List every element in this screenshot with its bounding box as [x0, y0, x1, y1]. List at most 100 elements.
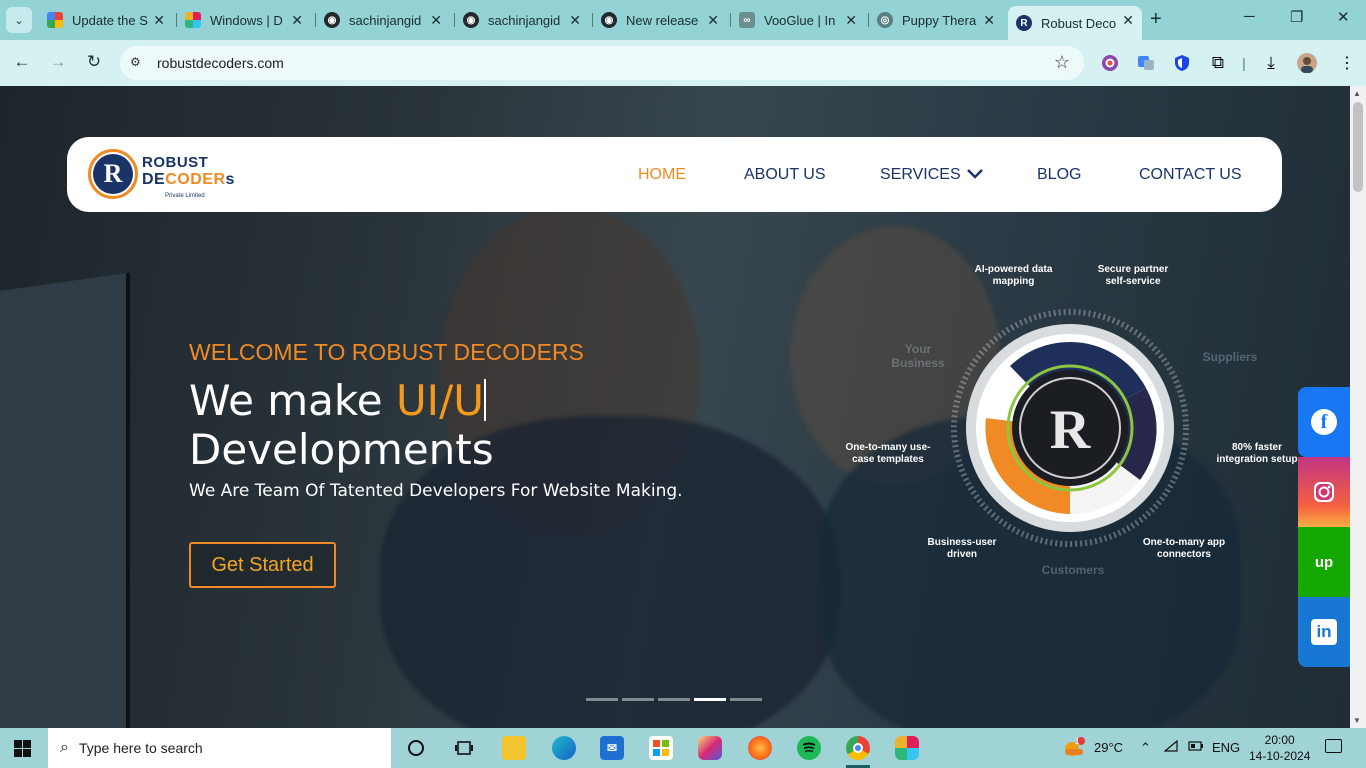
tab-close-icon[interactable]: ✕ [569, 12, 581, 29]
tab-puppy[interactable]: ◎ Puppy Thera ✕ [868, 6, 1003, 34]
website-viewport: R ROBUST DECODERs Private Limited HOME A… [0, 86, 1350, 728]
shield-extension-icon[interactable] [1172, 53, 1192, 73]
scroll-up-arrow-icon[interactable]: ▲ [1353, 89, 1361, 98]
edge-icon[interactable] [552, 736, 576, 760]
background-monitor [0, 272, 130, 728]
tab-search-button[interactable]: ⌄ [6, 7, 32, 33]
instagram-link[interactable] [1298, 457, 1350, 527]
hero-welcome-text: WELCOME TO ROBUST DECODERS [189, 339, 584, 365]
slack-app-icon[interactable] [895, 736, 919, 760]
chrome-icon[interactable] [846, 736, 870, 760]
tab-close-icon[interactable]: ✕ [1122, 12, 1134, 29]
hero-heading-highlight: UI/U [395, 376, 484, 425]
upwork-link[interactable]: up [1298, 527, 1350, 597]
taskbar-clock[interactable]: 20:00 14-10-2024 [1249, 732, 1310, 764]
scrollbar-thumb[interactable] [1353, 102, 1363, 192]
taskbar-search-box[interactable]: ⌕ Type here to search [48, 728, 391, 768]
language-indicator[interactable]: ENG [1212, 740, 1240, 755]
nav-services[interactable]: SERVICES [880, 166, 983, 184]
weather-temp[interactable]: 29°C [1094, 740, 1123, 755]
window-close-button[interactable]: ✕ [1337, 8, 1350, 26]
tab-github-2[interactable]: ◉ sachinjangid ✕ [454, 6, 589, 34]
url-text[interactable]: robustdecoders.com [157, 55, 284, 71]
carousel-dot[interactable] [658, 698, 690, 701]
nav-about-us[interactable]: ABOUT US [744, 166, 826, 184]
tab-title: Windows | D [210, 12, 283, 28]
restore-button[interactable]: ❐ [1290, 8, 1303, 26]
new-tab-button[interactable]: + [1150, 8, 1162, 31]
tab-close-icon[interactable]: ✕ [430, 12, 442, 29]
profile-avatar[interactable] [1297, 53, 1317, 73]
tab-close-icon[interactable]: ✕ [707, 12, 719, 29]
carousel-indicators [586, 698, 762, 701]
back-arrow-icon[interactable]: ← [11, 52, 33, 72]
logo-tagline: Private Limited [165, 193, 205, 199]
get-started-button[interactable]: Get Started [189, 542, 336, 588]
firefox-icon[interactable] [748, 736, 772, 760]
puppy-icon: ◎ [877, 12, 893, 28]
nav-contact-us[interactable]: CONTACT US [1139, 166, 1242, 184]
cortana-icon[interactable] [404, 736, 428, 760]
windows-taskbar: ⌕ Type here to search ✉ 1 29°C ⌃ ENG 20:… [0, 728, 1366, 768]
minimize-button[interactable]: ─ [1244, 8, 1255, 25]
mail-icon[interactable]: ✉ [600, 736, 624, 760]
tab-windows[interactable]: Windows | D ✕ [176, 6, 311, 34]
spotify-icon[interactable] [797, 736, 821, 760]
tab-github-3[interactable]: ◉ New release ✕ [592, 6, 727, 34]
diagram-label-ai: AI-powered data mapping [974, 264, 1053, 287]
browser-menu-icon[interactable]: ⋮ [1337, 53, 1357, 73]
forward-arrow-icon[interactable]: → [47, 52, 69, 72]
reload-icon[interactable]: ↻ [83, 52, 105, 72]
hero-heading: We make UI/U Developments [189, 376, 494, 474]
browser-toolbar: ← → ↻ ⚙ robustdecoders.com ☆ ⧉ | ⤓ ⋮ [0, 40, 1366, 86]
store-icon[interactable] [649, 736, 673, 760]
translate-extension-icon[interactable] [1136, 53, 1156, 73]
color-extension-icon[interactable] [1100, 53, 1120, 73]
windows-start-icon[interactable] [14, 740, 31, 757]
tab-update[interactable]: Update the S ✕ [39, 6, 173, 34]
task-view-icon[interactable] [452, 736, 476, 760]
network-icon[interactable] [1163, 739, 1178, 755]
bookmark-star-icon[interactable]: ☆ [1054, 52, 1070, 73]
tab-vooglue[interactable]: ∞ VooGlue | In ✕ [730, 6, 865, 34]
download-icon[interactable]: ⤓ [1261, 53, 1281, 73]
carousel-dot[interactable] [622, 698, 654, 701]
tab-close-icon[interactable]: ✕ [983, 12, 995, 29]
extensions-puzzle-icon[interactable]: ⧉ [1208, 53, 1228, 73]
nav-blog[interactable]: BLOG [1037, 166, 1081, 184]
tab-robust-decoders[interactable]: R Robust Deco ✕ [1008, 6, 1142, 40]
tab-close-icon[interactable]: ✕ [845, 12, 857, 29]
linkedin-icon: in [1311, 619, 1337, 645]
diagram-faint-your-business: Your Business [891, 342, 945, 370]
clock-time: 20:00 [1264, 733, 1295, 747]
logo-text-part: R [213, 171, 226, 188]
facebook-icon: f [1311, 409, 1337, 435]
vooglue-icon: ∞ [739, 12, 755, 28]
instagram-app-icon[interactable] [698, 736, 722, 760]
tab-close-icon[interactable]: ✕ [153, 12, 165, 29]
site-navbar: R ROBUST DECODERs Private Limited HOME A… [67, 137, 1282, 212]
scroll-down-arrow-icon[interactable]: ▼ [1353, 716, 1361, 725]
facebook-link[interactable]: f [1298, 387, 1350, 457]
svg-text:R: R [1050, 399, 1091, 461]
tab-github-1[interactable]: ◉ sachinjangid ✕ [315, 6, 450, 34]
file-explorer-icon[interactable] [502, 736, 526, 760]
carousel-dot[interactable] [730, 698, 762, 701]
logo-text-part: CODE [165, 171, 214, 188]
address-bar[interactable]: ⚙ robustdecoders.com ☆ [120, 46, 1084, 80]
carousel-dot[interactable] [586, 698, 618, 701]
tray-chevron-up-icon[interactable]: ⌃ [1140, 740, 1151, 756]
weather-icon[interactable] [1062, 737, 1086, 760]
logo-text-robust: ROBUST [142, 154, 209, 171]
carousel-dot[interactable] [694, 698, 726, 701]
battery-icon[interactable] [1188, 740, 1204, 755]
tab-close-icon[interactable]: ✕ [291, 12, 303, 29]
page-scrollbar[interactable]: ▲ ▼ [1350, 86, 1366, 728]
linkedin-link[interactable]: in [1298, 597, 1350, 667]
nav-home[interactable]: HOME [638, 166, 686, 184]
clock-date: 14-10-2024 [1249, 749, 1311, 763]
notification-icon[interactable] [1325, 739, 1342, 753]
tab-favicon-icon [47, 12, 63, 28]
site-settings-icon[interactable]: ⚙ [130, 55, 146, 71]
site-logo-mark[interactable]: R [88, 149, 138, 199]
